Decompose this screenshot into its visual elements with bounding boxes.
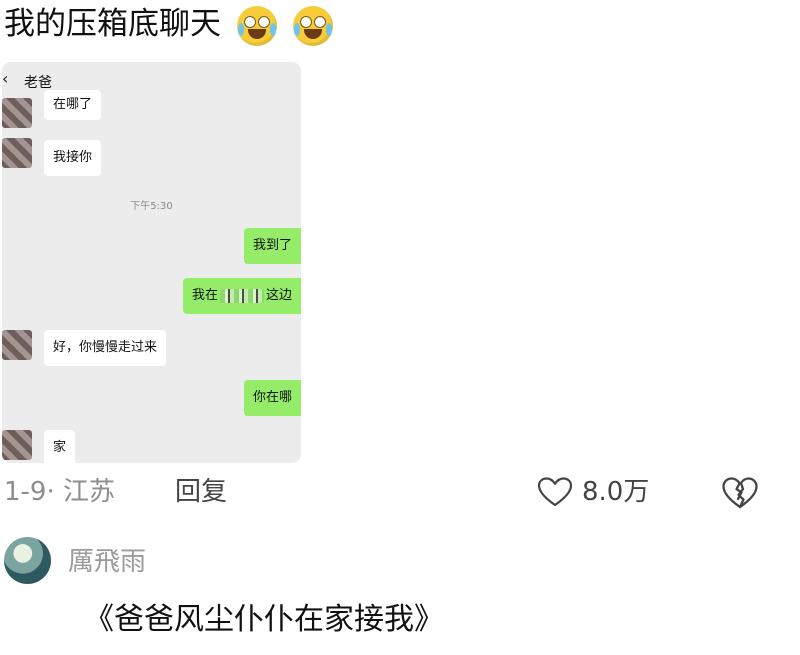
message-bubble-right: 我在 这边 (182, 278, 301, 314)
contact-avatar (2, 330, 32, 360)
user-avatar[interactable] (4, 537, 51, 584)
contact-avatar (2, 430, 32, 460)
message-bubble-right: 我到了 (243, 228, 301, 264)
chat-timestamp: 下午5:30 (130, 201, 173, 212)
message-bubble-left: 家 (44, 430, 76, 463)
message-bubble-left: 我接你 (44, 140, 102, 176)
message-text: 我在 (191, 288, 218, 303)
message-bubble-left: 在哪了 (44, 90, 102, 120)
reply-button[interactable]: 回复 (175, 477, 227, 507)
crying-laughing-emoji-icon (236, 5, 277, 46)
back-chevron-icon: ‹ (2, 69, 9, 88)
post-date-location: 1-9· 江苏 (4, 477, 115, 507)
reply-username[interactable]: 厲飛雨 (68, 545, 146, 579)
crying-laughing-emoji-icon (292, 5, 333, 46)
contact-avatar (2, 98, 32, 128)
chat-contact-name: 老爸 (24, 75, 52, 91)
contact-avatar (2, 138, 32, 168)
heart-outline-icon[interactable] (538, 477, 572, 507)
reply-comment-text: 《爸爸风尘仆仆在家接我》 (84, 602, 444, 637)
message-bubble-right: 你在哪 (243, 380, 301, 416)
post-title-row: 我的压箱底聊天 (4, 2, 333, 46)
message-bubble-left: 好，你慢慢走过来 (44, 330, 167, 366)
chat-screenshot-image[interactable]: ‹ 老爸 在哪了 我接你 下午5:30 我到了 我在 这边 好，你慢慢走过来 你在… (2, 62, 301, 463)
post-title: 我的压箱底聊天 (4, 6, 221, 42)
broken-heart-icon[interactable] (722, 477, 758, 509)
like-count: 8.0万 (582, 477, 650, 507)
message-text: 这边 (265, 288, 292, 303)
pixelated-redaction (219, 288, 264, 303)
